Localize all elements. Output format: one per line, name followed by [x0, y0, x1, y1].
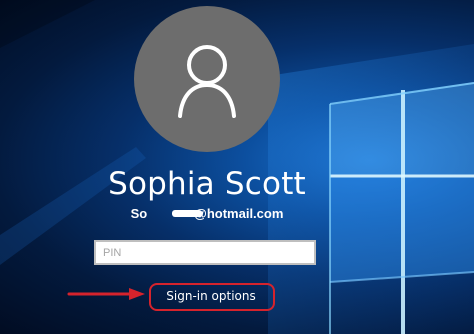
email-domain: @hotmail.com	[194, 206, 284, 221]
user-avatar	[134, 6, 280, 152]
user-silhouette-icon	[178, 45, 236, 118]
user-name: Sophia Scott	[108, 166, 306, 202]
pin-input[interactable]	[94, 240, 316, 265]
windows-lock-screen: Sophia Scott So @hotmail.com Sign-in opt…	[0, 0, 474, 334]
user-email: So @hotmail.com	[0, 206, 414, 222]
sign-in-options-link[interactable]: Sign-in options	[152, 285, 270, 307]
email-redaction-mark	[172, 210, 202, 217]
